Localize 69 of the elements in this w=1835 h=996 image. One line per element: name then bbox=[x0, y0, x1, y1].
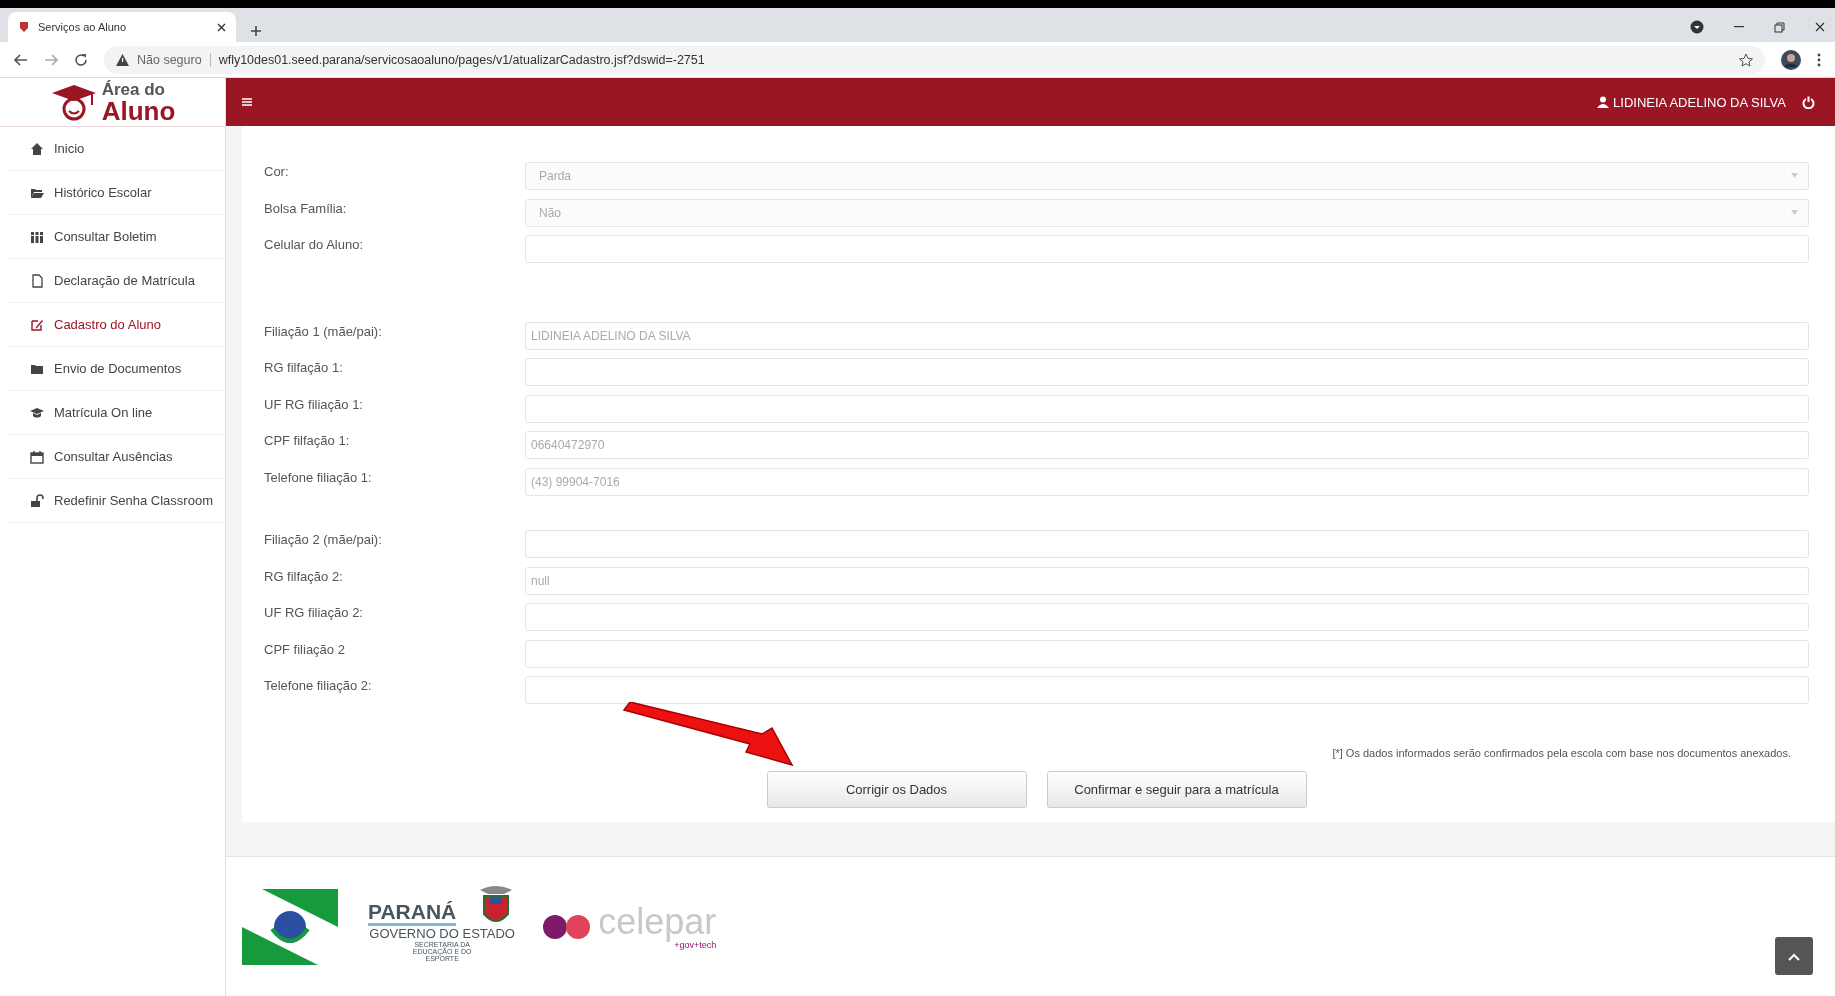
chevron-up-icon bbox=[1788, 952, 1800, 961]
field-label: UF RG filiação 2: bbox=[264, 604, 364, 620]
parana-logo-text: PARANÁ bbox=[368, 899, 457, 926]
menu-item-icon bbox=[30, 405, 44, 420]
celepar-logo-text: celepar bbox=[598, 903, 717, 940]
power-icon[interactable] bbox=[1802, 95, 1815, 109]
minimize-icon[interactable] bbox=[1734, 26, 1744, 28]
menu-icon[interactable] bbox=[240, 95, 254, 109]
input-field[interactable] bbox=[525, 394, 1809, 423]
scroll-top-button[interactable] bbox=[1775, 937, 1813, 975]
sidebar-item[interactable]: Consultar Boletim bbox=[8, 215, 225, 259]
logo-text: Área do bbox=[101, 80, 166, 98]
back-icon[interactable] bbox=[14, 53, 28, 66]
reload-icon[interactable] bbox=[74, 52, 88, 67]
crest-icon bbox=[18, 21, 30, 33]
browser-tab[interactable]: Serviços ao Aluno bbox=[8, 12, 236, 42]
tagline-text: +gov+tech bbox=[674, 939, 717, 950]
field-label: RG filfação 2: bbox=[264, 567, 344, 584]
menu-item-icon bbox=[30, 493, 44, 508]
input-field[interactable] bbox=[525, 530, 1809, 558]
field-label: UF RG filiação 1: bbox=[264, 395, 364, 412]
caret-icon bbox=[1791, 209, 1798, 215]
input-field[interactable] bbox=[525, 235, 1809, 263]
field-label: Telefone filiação 1: bbox=[264, 468, 373, 485]
sidebar-item[interactable]: Histórico Escolar bbox=[8, 171, 225, 215]
input-field[interactable] bbox=[525, 676, 1809, 704]
menu-item-icon bbox=[30, 273, 44, 288]
input-field[interactable] bbox=[525, 639, 1809, 668]
sidebar-item[interactable]: Envio de Documentos bbox=[8, 347, 225, 391]
field-label: Telefone filiação 2: bbox=[264, 677, 373, 693]
sidebar-item[interactable]: Declaração de Matrícula bbox=[8, 259, 225, 303]
input-field[interactable] bbox=[525, 603, 1809, 631]
sidebar-item[interactable]: Consultar Ausências bbox=[8, 435, 225, 479]
field-label: Cor: bbox=[264, 163, 290, 179]
more-icon[interactable] bbox=[1817, 52, 1821, 67]
field-label: Filiação 1 (mãe/pai): bbox=[264, 322, 383, 339]
field-label: Filiação 2 (mãe/pai): bbox=[264, 531, 383, 547]
user-name: LIDINEIA ADELINO DA SILVA bbox=[1613, 94, 1786, 110]
note-text: [*] Os dados informados serão confirmados pela escola com base nos documentos anexados. bbox=[1332, 746, 1791, 759]
menu-item-icon bbox=[30, 449, 44, 464]
profile-dropdown-icon[interactable] bbox=[1690, 20, 1704, 34]
field-label: RG filfação 1: bbox=[264, 359, 344, 375]
warning-icon bbox=[116, 53, 129, 66]
field-label: CPF filiação 2 bbox=[264, 640, 346, 657]
sidebar-item[interactable]: Redefinir Senha Classroom bbox=[8, 479, 225, 523]
caret-icon bbox=[1791, 173, 1798, 178]
restore-icon[interactable] bbox=[1774, 21, 1785, 33]
sidebar-item[interactable]: Cadastro do Aluno bbox=[8, 303, 225, 347]
close-icon[interactable] bbox=[1815, 22, 1825, 32]
address-bar[interactable]: Não seguro wfly10des01.seed.parana/servicosaoaluno/pages/v1/atualizarCadastro.jsf?dswid=-2751 bbox=[104, 45, 1765, 74]
input-field[interactable] bbox=[525, 358, 1809, 386]
star-icon[interactable] bbox=[1739, 52, 1753, 67]
menu-item-icon bbox=[30, 317, 44, 332]
form-button[interactable]: Confirmar e seguir para a matrícula bbox=[1046, 770, 1307, 808]
user-icon bbox=[1597, 96, 1610, 108]
avatar-icon[interactable] bbox=[1781, 49, 1801, 70]
sidebar-item[interactable]: Inicio bbox=[8, 127, 225, 171]
form-button[interactable]: Corrigir os Dados bbox=[766, 770, 1027, 808]
close-icon[interactable] bbox=[217, 22, 226, 32]
celepar-dots-icon bbox=[542, 913, 593, 940]
field-label: CPF filfação 1: bbox=[264, 432, 351, 448]
field-label: Celular do Aluno: bbox=[264, 236, 364, 252]
government-text: GOVERNO DO ESTADO bbox=[369, 925, 515, 941]
menu-item-icon bbox=[30, 229, 44, 244]
sidebar-item[interactable]: Matrícula On line bbox=[8, 391, 225, 435]
menu-item-icon bbox=[30, 141, 44, 156]
new-tab-icon[interactable] bbox=[250, 25, 262, 37]
field-label: Bolsa Família: bbox=[264, 199, 348, 216]
logo-text: Aluno bbox=[101, 97, 176, 124]
